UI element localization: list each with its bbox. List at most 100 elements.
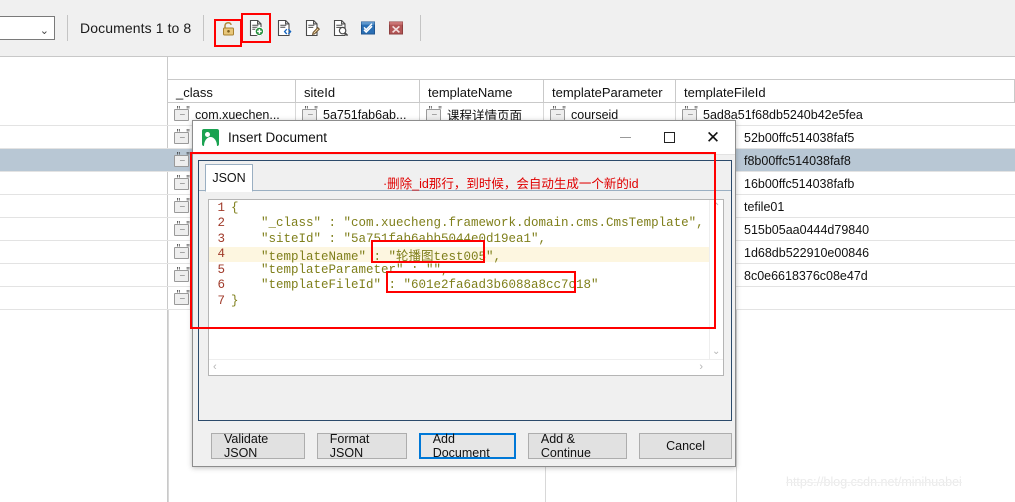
line-text: "templateFileId" : "601e2fa6ad3b6088a8cc… bbox=[231, 278, 599, 293]
cell-class[interactable] bbox=[168, 126, 194, 149]
lock-icon[interactable] bbox=[216, 16, 240, 40]
cell-templatefileid-text: 52b00ffc514038faf5 bbox=[744, 130, 855, 145]
line-number: 7 bbox=[217, 293, 225, 308]
add-and-continue-button[interactable]: Add & Continue bbox=[527, 432, 628, 460]
minimize-button[interactable] bbox=[603, 121, 647, 155]
line-text: "siteId" : "5a751fab6abb5044e0d19ea1", bbox=[231, 231, 547, 246]
toolbar-separator-2 bbox=[203, 15, 205, 41]
string-type-icon bbox=[174, 244, 190, 259]
cell-class[interactable] bbox=[168, 287, 194, 310]
row-cells bbox=[168, 195, 194, 218]
row-cells bbox=[168, 126, 194, 149]
collection-select[interactable]: ⌄ bbox=[0, 16, 55, 40]
cell-templatefileid-text: tefile01 bbox=[744, 199, 785, 214]
code-line: 6 "templateFileId" : "601e2fa6ad3b6088a8… bbox=[209, 278, 709, 294]
code-line: 2 "_class" : "com.xuecheng.framework.dom… bbox=[209, 216, 709, 232]
string-type-icon bbox=[174, 267, 190, 282]
cell-templatefileid-text: 515b05aa0444d79840 bbox=[744, 222, 870, 237]
cell-class[interactable] bbox=[168, 149, 194, 172]
scroll-down-icon[interactable]: ⌄ bbox=[712, 346, 720, 357]
grid-column-divider bbox=[168, 310, 169, 502]
chevron-down-icon: ⌄ bbox=[39, 25, 49, 37]
grid-column-divider bbox=[736, 310, 737, 502]
top-toolbar: ⌄ Documents 1 to 8 bbox=[0, 0, 1015, 57]
string-type-icon bbox=[174, 152, 190, 167]
annotation-note: ·删除_id那行，到时候，会自动生成一个新的id bbox=[383, 177, 639, 191]
toolbar-separator-1 bbox=[67, 15, 68, 41]
edit-document-icon[interactable] bbox=[300, 16, 324, 40]
validate-json-button[interactable]: Validate JSON bbox=[211, 432, 305, 460]
line-number: 2 bbox=[217, 216, 225, 231]
row-cells bbox=[168, 287, 194, 310]
window-controls: ✕ bbox=[603, 121, 735, 155]
code-line-active: 4 "templateName" : "轮播图test005", bbox=[209, 246, 709, 264]
dialog-button-row: Validate JSON Format JSON Add Document A… bbox=[198, 426, 733, 466]
scroll-up-icon[interactable]: ⌃ bbox=[712, 202, 720, 213]
cell-class[interactable] bbox=[168, 241, 194, 264]
editor-vertical-scrollbar[interactable]: ⌃ ⌄ bbox=[709, 200, 723, 359]
format-json-button[interactable]: Format JSON bbox=[316, 432, 407, 460]
maximize-button[interactable] bbox=[647, 121, 691, 155]
json-editor[interactable]: 1 { 2 "_class" : "com.xuecheng.framework… bbox=[208, 199, 724, 376]
string-type-icon bbox=[174, 129, 190, 144]
string-type-icon bbox=[174, 198, 190, 213]
delete-red-icon[interactable] bbox=[384, 16, 408, 40]
column-header-templatefileid[interactable]: templateFileId bbox=[676, 80, 1015, 102]
string-type-icon bbox=[682, 106, 698, 121]
cancel-button[interactable]: Cancel bbox=[639, 433, 733, 459]
editor-horizontal-scrollbar[interactable]: ‹ › bbox=[209, 359, 723, 375]
cell-templatefileid-text: f8b00ffc514038faf8 bbox=[744, 153, 851, 168]
string-type-icon bbox=[174, 221, 190, 236]
string-type-icon bbox=[174, 290, 190, 305]
add-document-icon[interactable] bbox=[241, 13, 272, 43]
code-line: 5 "templateParameter" : "", bbox=[209, 262, 709, 278]
row-cells bbox=[168, 241, 194, 264]
json-editor-text[interactable]: 1 { 2 "_class" : "com.xuecheng.framework… bbox=[209, 200, 709, 359]
line-text: "_class" : "com.xuecheng.framework.domai… bbox=[231, 216, 704, 231]
line-number: 6 bbox=[217, 278, 225, 293]
string-type-icon bbox=[174, 175, 190, 190]
string-type-icon bbox=[302, 106, 318, 121]
cell-class[interactable] bbox=[168, 195, 194, 218]
document-code-icon[interactable] bbox=[272, 16, 296, 40]
toolbar-separator-3 bbox=[420, 15, 422, 41]
row-cells bbox=[168, 218, 194, 241]
dialog-body: JSON 1 { 2 "_class" : "com.xuecheng.fram… bbox=[198, 160, 732, 421]
column-header-templatename[interactable]: templateName bbox=[420, 80, 544, 102]
code-line: 1 { bbox=[209, 200, 709, 216]
add-document-button[interactable]: Add Document bbox=[418, 432, 516, 460]
line-number: 5 bbox=[217, 262, 225, 277]
line-text: "templateName" : "轮播图test005", bbox=[231, 249, 502, 264]
dialog-title: Insert Document bbox=[228, 130, 328, 145]
toolbar-icon-group bbox=[216, 13, 408, 43]
column-header-siteid[interactable]: siteId bbox=[296, 80, 420, 102]
line-text: { bbox=[231, 200, 239, 215]
line-number: 3 bbox=[217, 231, 225, 246]
documents-count-label: Documents 1 to 8 bbox=[80, 20, 192, 36]
cell-class[interactable] bbox=[168, 264, 194, 287]
row-cells bbox=[168, 149, 194, 172]
row-cells bbox=[168, 264, 194, 287]
grid-header-row: _class siteId templateName templateParam… bbox=[168, 80, 1015, 103]
tab-json[interactable]: JSON bbox=[205, 164, 253, 192]
find-document-icon[interactable] bbox=[328, 16, 352, 40]
close-button[interactable]: ✕ bbox=[691, 121, 735, 155]
row-cells bbox=[168, 172, 194, 195]
cell-class[interactable] bbox=[168, 218, 194, 241]
robo3t-logo-icon bbox=[202, 129, 219, 146]
string-type-icon bbox=[550, 106, 566, 121]
code-line: 7 } bbox=[209, 293, 709, 309]
cell-templatefileid-text: 1d68db522910e00846 bbox=[744, 245, 870, 260]
confirm-blue-icon[interactable] bbox=[356, 16, 380, 40]
cell-templatefileid-text: 16b00ffc514038fafb bbox=[744, 176, 855, 191]
column-header-class[interactable]: _class bbox=[168, 80, 296, 102]
scroll-right-icon[interactable]: › bbox=[699, 361, 703, 373]
cell-class[interactable] bbox=[168, 172, 194, 195]
line-number: 1 bbox=[217, 200, 225, 215]
dialog-title-bar[interactable]: Insert Document ✕ bbox=[193, 121, 735, 155]
maximize-icon bbox=[663, 132, 675, 143]
line-text: } bbox=[231, 293, 239, 308]
scroll-left-icon[interactable]: ‹ bbox=[213, 361, 217, 373]
column-header-templateparameter[interactable]: templateParameter bbox=[544, 80, 676, 102]
cell-templatefileid-text: 8c0e6618376c08e47d bbox=[744, 268, 868, 283]
